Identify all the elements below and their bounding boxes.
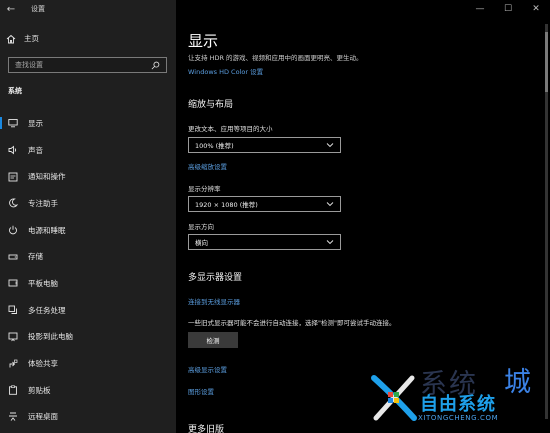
- sidebar-item-tablet[interactable]: 平板电脑: [0, 270, 176, 297]
- monitor-icon: [8, 119, 18, 128]
- sidebar: ← 设置 主页 系统 显示 声音 通知和操作 专注助手 电源和睡眠: [0, 0, 176, 433]
- moon-icon: [9, 198, 18, 208]
- resolution-value: 1920 × 1080 (推荐): [195, 201, 258, 209]
- watermark-line2: 自由系统: [420, 394, 496, 415]
- home-link[interactable]: 主页: [6, 33, 39, 44]
- sidebar-item-label: 存储: [28, 252, 43, 262]
- multi-display-heading: 多显示器设置: [188, 273, 243, 283]
- sidebar-item-power-sleep[interactable]: 电源和睡眠: [0, 217, 176, 244]
- orientation-dropdown[interactable]: 横向: [188, 234, 341, 250]
- tablet-icon: [8, 280, 18, 287]
- multitask-icon: [8, 305, 17, 315]
- sidebar-item-label: 远程桌面: [28, 412, 58, 422]
- sidebar-item-multitasking[interactable]: 多任务处理: [0, 297, 176, 324]
- sidebar-item-clipboard[interactable]: 剪贴板: [0, 377, 176, 404]
- project-icon: [8, 332, 18, 342]
- sidebar-item-shared-experiences[interactable]: 体验共享: [0, 350, 176, 377]
- search-box[interactable]: [8, 57, 167, 73]
- sidebar-item-project-to-pc[interactable]: 投影到此电脑: [0, 324, 176, 351]
- orientation-label: 显示方向: [188, 223, 214, 231]
- chevron-down-icon: [326, 143, 334, 148]
- window-controls: — ☐ ✕: [466, 0, 550, 18]
- sidebar-item-label: 剪贴板: [28, 385, 51, 395]
- detect-button[interactable]: 检测: [188, 332, 238, 348]
- section-label: 系统: [8, 87, 22, 95]
- sidebar-item-label: 多任务处理: [28, 305, 66, 315]
- sidebar-item-sound[interactable]: 声音: [0, 137, 176, 164]
- close-button[interactable]: ✕: [522, 0, 550, 18]
- chevron-down-icon: [326, 240, 334, 245]
- remote-desktop-icon: [9, 412, 17, 421]
- home-icon: [6, 34, 16, 43]
- resolution-label: 显示分辨率: [188, 185, 221, 193]
- sidebar-item-label: 体验共享: [28, 359, 58, 369]
- hdr-description: 让支持 HDR 的游戏、视频和应用中的画面更明亮、更生动。: [188, 54, 363, 62]
- sidebar-item-label: 通知和操作: [28, 172, 66, 182]
- advanced-scaling-link[interactable]: 高级缩放设置: [188, 161, 227, 171]
- notification-icon: [8, 172, 18, 182]
- storage-icon: [8, 254, 18, 260]
- clipboard-icon: [9, 385, 17, 395]
- graphics-settings-link[interactable]: 图形设置: [188, 386, 214, 396]
- xitongcheng-logo-icon: [371, 375, 417, 421]
- scale-label: 更改文本、应用等项目的大小: [188, 125, 273, 133]
- maximize-button[interactable]: ☐: [494, 0, 522, 18]
- sidebar-item-display[interactable]: 显示: [0, 110, 176, 137]
- sidebar-item-label: 平板电脑: [28, 278, 58, 288]
- sidebar-nav: 显示 声音 通知和操作 专注助手 电源和睡眠 存储 平板电脑 多任务处理 投影到…: [0, 110, 176, 430]
- scale-dropdown[interactable]: 100% (推荐): [188, 137, 341, 153]
- back-button[interactable]: ←: [0, 0, 22, 18]
- sidebar-item-focus-assist[interactable]: 专注助手: [0, 190, 176, 217]
- scrollbar-thumb[interactable]: [545, 32, 548, 92]
- sidebar-item-label: 投影到此电脑: [28, 332, 73, 342]
- detect-hint: 一些旧式显示器可能不会进行自动连接，选择"检测"即可尝试手动连接。: [188, 319, 396, 327]
- window-title: 设置: [31, 5, 45, 13]
- scale-layout-heading: 缩放与布局: [188, 100, 234, 110]
- sidebar-item-notifications[interactable]: 通知和操作: [0, 163, 176, 190]
- sidebar-item-storage[interactable]: 存储: [0, 243, 176, 270]
- sidebar-item-label: 电源和睡眠: [28, 225, 66, 235]
- minimize-button[interactable]: —: [466, 0, 494, 18]
- hdr-color-settings-link[interactable]: Windows HD Color 设置: [188, 66, 263, 76]
- watermark-logo: 系统 城 自由系统 XITONGCHENG.COM: [362, 362, 548, 432]
- search-input[interactable]: [15, 61, 151, 69]
- title-bar: ← 设置: [0, 0, 176, 18]
- share-icon: [9, 359, 18, 368]
- sidebar-item-label: 声音: [28, 145, 43, 155]
- scale-value: 100% (推荐): [195, 142, 234, 150]
- watermark-line1-accent: 城: [504, 367, 531, 398]
- page-title: 显示: [188, 32, 219, 50]
- next-section-heading: 更多旧版: [188, 425, 225, 433]
- connect-wireless-display-link[interactable]: 连接到无线显示器: [188, 296, 240, 306]
- watermark-url: XITONGCHENG.COM: [418, 414, 499, 422]
- power-icon: [9, 225, 17, 235]
- home-label: 主页: [24, 34, 39, 43]
- sidebar-item-remote-desktop[interactable]: 远程桌面: [0, 404, 176, 431]
- orientation-value: 横向: [195, 239, 208, 247]
- sidebar-item-label: 专注助手: [28, 198, 58, 208]
- sidebar-item-label: 显示: [28, 118, 43, 128]
- chevron-down-icon: [326, 202, 334, 207]
- speaker-icon: [8, 145, 17, 155]
- scrollbar[interactable]: [545, 24, 548, 419]
- resolution-dropdown[interactable]: 1920 × 1080 (推荐): [188, 196, 341, 212]
- advanced-display-settings-link[interactable]: 高级显示设置: [188, 364, 227, 374]
- search-icon[interactable]: [151, 61, 160, 70]
